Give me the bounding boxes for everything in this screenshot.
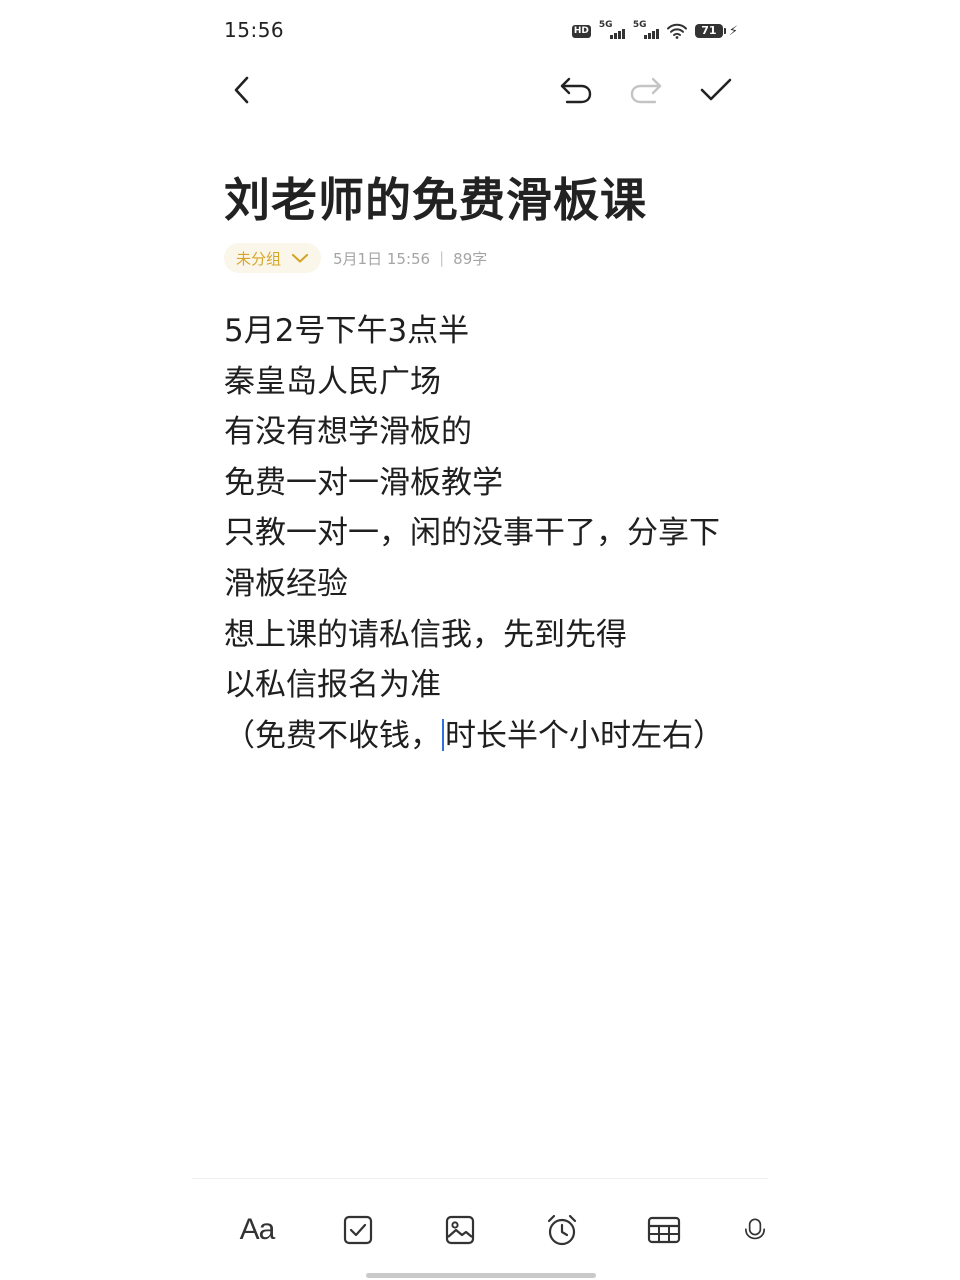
status-time: 15:56 — [224, 18, 285, 42]
note-line: 想上课的请私信我，先到先得 — [224, 616, 627, 653]
checklist-button[interactable] — [334, 1206, 382, 1254]
note-line: 5月2号下午3点半 — [224, 313, 470, 349]
insert-table-button[interactable] — [640, 1206, 688, 1254]
group-label: 未分组 — [236, 249, 282, 268]
note-date: 5月1日 15:56 — [333, 249, 431, 268]
word-count: 89字 — [453, 249, 488, 268]
text-style-button[interactable]: Aa — [233, 1206, 281, 1254]
wifi-icon — [666, 23, 687, 39]
format-toolbar: Aa — [192, 1200, 768, 1260]
group-selector[interactable]: 未分组 — [224, 243, 322, 273]
chevron-down-icon — [291, 253, 309, 263]
note-line: 以私信报名为准 — [224, 667, 441, 704]
table-icon — [647, 1216, 681, 1244]
battery-icon: 71 — [694, 24, 726, 38]
alarm-icon — [547, 1214, 577, 1246]
note-line: 免费一对一滑板教学 — [224, 464, 503, 501]
home-indicator[interactable] — [366, 1273, 596, 1278]
chevron-left-icon — [234, 76, 249, 104]
note-meta: 未分组 5月1日 15:56 | 89字 — [224, 242, 487, 274]
bottom-divider — [192, 1178, 768, 1179]
signal-icon-sim1: 5G — [599, 20, 625, 41]
note-info: 5月1日 15:56 | 89字 — [333, 248, 487, 269]
checklist-icon — [343, 1215, 373, 1245]
text-cursor — [442, 718, 444, 751]
note-title[interactable]: 刘老师的免费滑板课 — [224, 170, 647, 230]
note-line: 只教一对一，闲的没事干了，分享下 — [224, 515, 720, 552]
voice-input-button[interactable] — [742, 1206, 768, 1254]
undo-icon — [560, 77, 592, 104]
signal-icon-sim2: 5G — [633, 20, 659, 41]
microphone-icon — [744, 1218, 766, 1240]
note-body[interactable]: 5月2号下午3点半 秦皇岛人民广场 有没有想学滑板的 免费一对一滑板教学 只教一… — [224, 306, 744, 761]
note-editor-screen: 15:56 HD 5G 5G 71 ⚡ 刘老师的免费滑板课 未分组 5月1日 1… — [192, 0, 768, 1280]
editor-toolbar — [192, 62, 768, 118]
note-line: 有没有想学滑板的 — [224, 414, 472, 451]
note-line: 秦皇岛人民广场 — [224, 363, 441, 400]
check-icon — [700, 78, 732, 101]
redo-button[interactable] — [624, 68, 668, 112]
redo-icon — [630, 77, 662, 104]
note-line-last: （免费不收钱， 时长半个小时左右） — [224, 711, 744, 762]
image-icon — [445, 1215, 475, 1245]
insert-image-button[interactable] — [436, 1206, 484, 1254]
done-button[interactable] — [694, 68, 738, 112]
text-style-icon: Aa — [239, 1213, 276, 1246]
status-icons: HD 5G 5G 71 ⚡ — [571, 20, 738, 42]
note-line: 滑板经验 — [224, 565, 348, 602]
undo-button[interactable] — [554, 68, 598, 112]
reminder-button[interactable] — [538, 1206, 586, 1254]
hd-voice-icon: HD — [571, 24, 591, 38]
meta-separator: | — [439, 249, 445, 267]
charging-icon: ⚡ — [728, 23, 738, 39]
status-bar: 15:56 HD 5G 5G 71 ⚡ — [192, 0, 768, 62]
text-after-cursor: 时长半个小时左右） — [445, 717, 724, 754]
text-before-cursor: （免费不收钱， — [224, 717, 441, 754]
back-button[interactable] — [220, 68, 264, 112]
